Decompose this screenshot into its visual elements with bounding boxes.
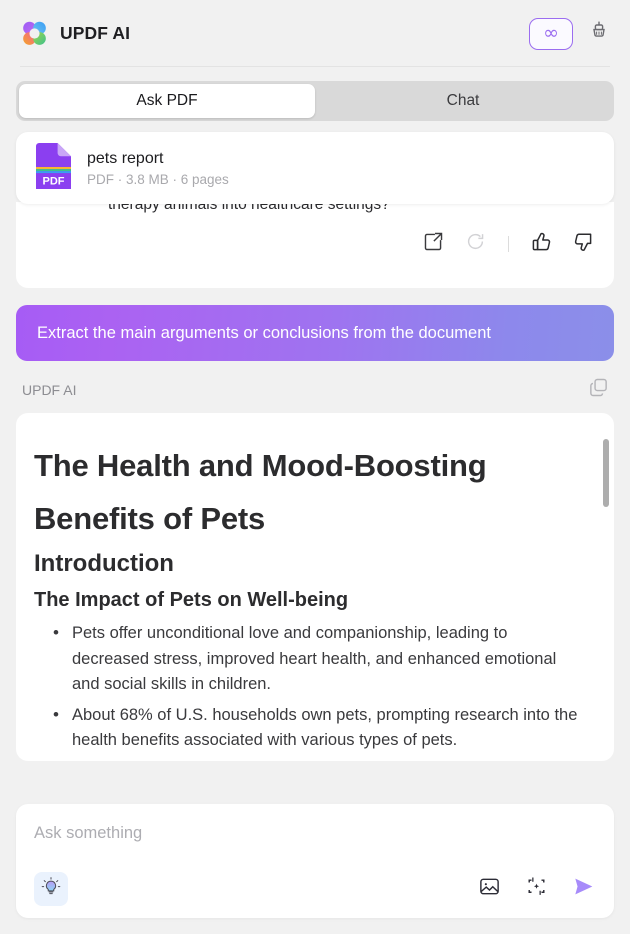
attach-image-button[interactable] (477, 877, 502, 902)
tab-bar: Ask PDF Chat (0, 67, 630, 121)
actions-divider (508, 236, 509, 252)
thumbs-down-icon (573, 231, 595, 258)
clear-chat-button[interactable] (586, 19, 612, 49)
composer-toolbar (34, 872, 596, 906)
infinity-icon: ∞ (543, 22, 559, 44)
conversation-scroll-area[interactable]: PDF pets report PDF · 3.8 MB · 6 pages t… (0, 121, 630, 804)
send-icon (571, 874, 596, 904)
message-actions (34, 232, 596, 256)
header-actions: ∞ (529, 17, 612, 50)
regenerate-button[interactable] (463, 232, 487, 256)
thumbs-up-icon (531, 231, 553, 258)
thumbs-up-button[interactable] (530, 232, 554, 256)
clear-brush-icon (589, 20, 609, 47)
copy-icon (588, 378, 609, 402)
assistant-label-row: UPDF AI (16, 377, 614, 403)
answer-scrollbar-thumb[interactable] (603, 439, 609, 507)
send-button[interactable] (571, 877, 596, 902)
svg-text:PDF: PDF (43, 175, 65, 187)
file-title: pets report (87, 149, 164, 167)
updf-clover-logo-icon (20, 19, 49, 48)
tab-chat[interactable]: Chat (315, 84, 611, 118)
copy-answer-button[interactable] (588, 377, 609, 403)
tab-ask-pdf[interactable]: Ask PDF (19, 84, 315, 118)
list-item: Pets offer unconditional love and compan… (48, 620, 584, 698)
previous-message-card: therapy animals into healthcare settings… (16, 202, 614, 288)
lightbulb-icon (40, 876, 62, 903)
share-icon (423, 231, 444, 257)
user-message-text: Extract the main arguments or conclusion… (37, 324, 491, 342)
composer (16, 804, 614, 918)
screenshot-ai-button[interactable] (524, 877, 549, 902)
prompt-suggestions-button[interactable] (34, 872, 68, 906)
assistant-answer-card: The Health and Mood-Boosting Benefits of… (16, 413, 614, 761)
composer-area (0, 804, 630, 934)
regenerate-icon (465, 231, 486, 257)
document-subsection-impact: The Impact of Pets on Well-being (34, 589, 349, 611)
document-title: The Health and Mood-Boosting Benefits of… (34, 448, 487, 536)
composer-right-actions (477, 877, 596, 902)
updf-ai-panel: UPDF AI ∞ Ask PDF Chat PDF pets report P… (0, 0, 630, 934)
unlimited-credits-button[interactable]: ∞ (529, 17, 573, 50)
assistant-name: UPDF AI (22, 382, 77, 398)
image-icon (478, 875, 501, 903)
file-meta: pets report PDF · 3.8 MB · 6 pages (87, 150, 229, 187)
ask-something-input[interactable] (34, 824, 596, 843)
thumbs-down-button[interactable] (572, 232, 596, 256)
brand: UPDF AI (20, 19, 130, 48)
tabs: Ask PDF Chat (16, 81, 614, 121)
file-subtitle: PDF · 3.8 MB · 6 pages (87, 171, 229, 187)
previous-message-text: therapy animals into healthcare settings… (108, 202, 390, 213)
attached-file-card[interactable]: PDF pets report PDF · 3.8 MB · 6 pages (16, 132, 614, 204)
pdf-file-icon: PDF (34, 142, 73, 194)
app-header: UPDF AI ∞ (0, 0, 630, 67)
document-section-introduction: Introduction (34, 550, 174, 577)
share-button[interactable] (421, 232, 445, 256)
document-bullet-list: Pets offer unconditional love and compan… (34, 620, 584, 754)
list-item: About 68% of U.S. households own pets, p… (48, 702, 584, 754)
ai-scan-icon (525, 875, 548, 903)
user-message-bubble: Extract the main arguments or conclusion… (16, 305, 614, 361)
app-title: UPDF AI (60, 23, 131, 43)
